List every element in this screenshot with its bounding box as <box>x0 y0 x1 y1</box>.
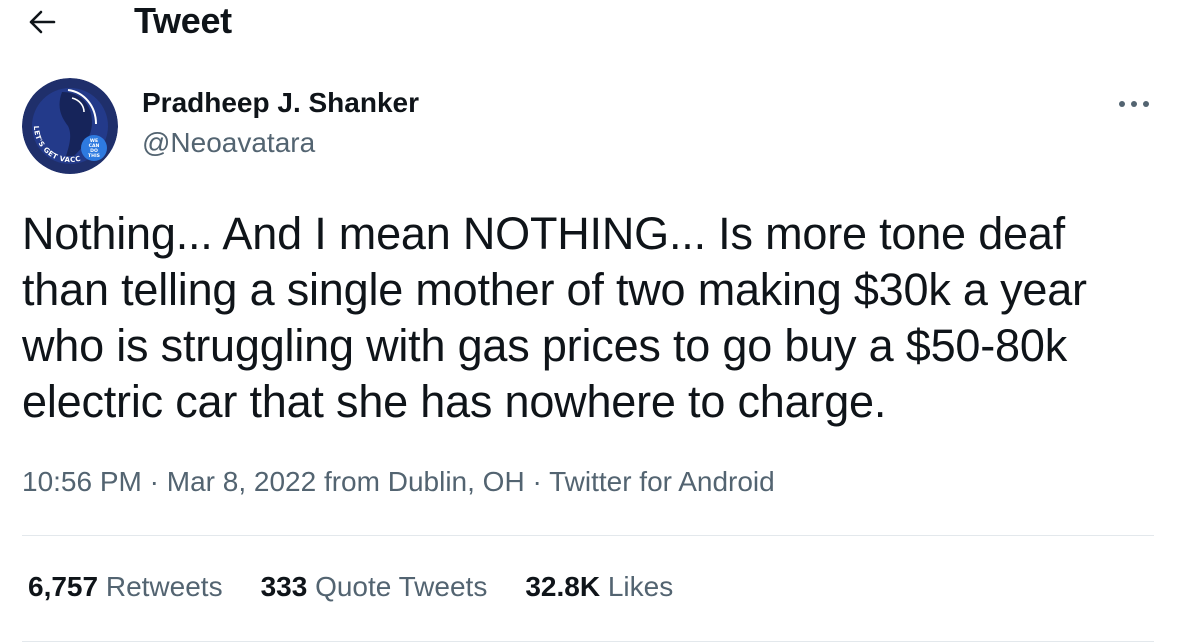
likes-label: Likes <box>607 571 674 602</box>
tweet-stats: 6,757 Retweets 333 Quote Tweets 32.8K Like… <box>28 570 673 604</box>
page-title: Tweet <box>134 0 232 41</box>
tweet-text: Nothing... And I mean NOTHING... Is more… <box>22 208 1087 427</box>
retweets-label: Retweets <box>105 571 223 602</box>
quote-tweets-stat[interactable]: 333 Quote Tweets <box>261 570 488 604</box>
more-horizontal-icon <box>1119 101 1149 107</box>
tweet-location-link[interactable]: Dublin, OH <box>388 466 525 497</box>
quote-tweets-count: 333 <box>260 571 308 602</box>
back-button[interactable] <box>26 6 58 38</box>
tweet-source-link[interactable]: Twitter for Android <box>549 466 775 497</box>
tweet-date-link[interactable]: Mar 8, 2022 <box>167 466 316 497</box>
location-prefix: from <box>316 466 388 497</box>
retweets-stat[interactable]: 6,757 Retweets <box>28 570 223 604</box>
author-name[interactable]: Pradheep J. Shanker <box>142 86 419 120</box>
quote-tweets-label: Quote Tweets <box>315 571 488 602</box>
meta-separator: · <box>141 466 167 497</box>
arrow-left-icon <box>29 10 56 34</box>
tweet-metadata: 10:56 PM · Mar 8, 2022 from Dublin, OH ·… <box>22 464 775 500</box>
meta-separator: · <box>524 466 550 497</box>
author-handle[interactable]: @Neoavatara <box>142 126 315 160</box>
top-bar: Tweet <box>0 0 1180 48</box>
avatar[interactable]: LET'S GET VACCINATED WE CAN DO THIS <box>22 78 118 174</box>
divider <box>22 535 1154 536</box>
more-options-button[interactable] <box>1112 88 1156 120</box>
retweets-count: 6,757 <box>28 571 99 602</box>
tweet-time-link[interactable]: 10:56 PM <box>22 466 142 497</box>
likes-stat[interactable]: 32.8K Likes <box>525 570 673 604</box>
likes-count: 32.8K <box>525 571 601 602</box>
svg-text:THIS: THIS <box>88 153 100 159</box>
